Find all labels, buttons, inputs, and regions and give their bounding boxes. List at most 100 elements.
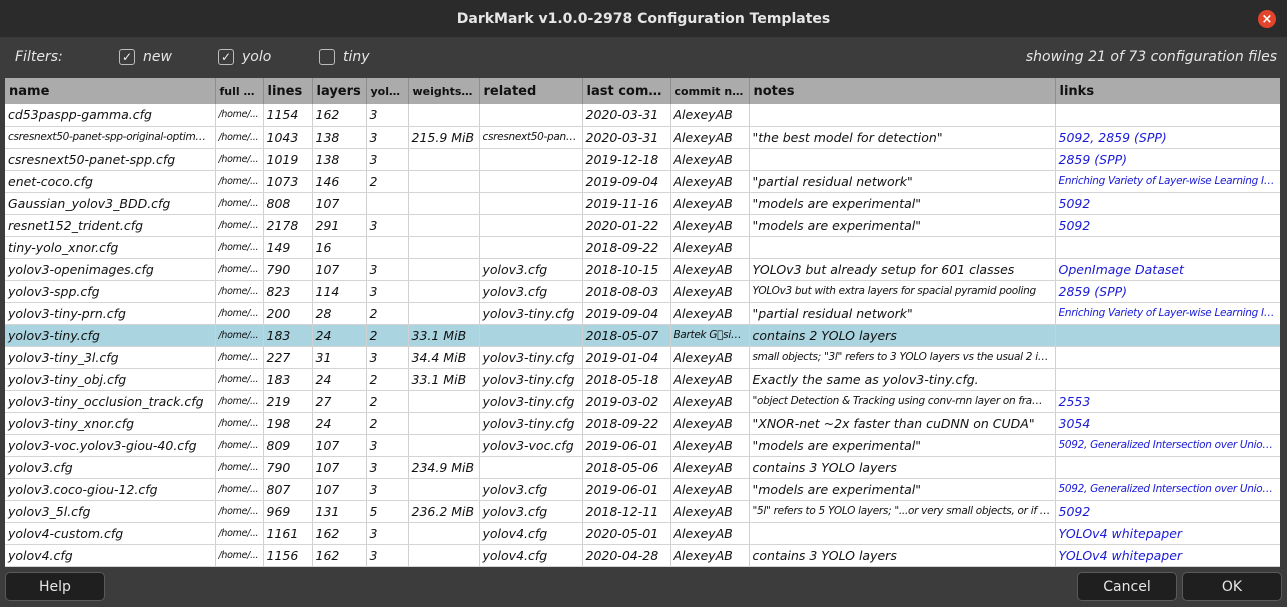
cancel-button[interactable]: Cancel xyxy=(1077,572,1177,601)
cell-links[interactable]: 5092, Generalized Intersection over Unio… xyxy=(1055,478,1280,501)
cell-weights-size xyxy=(408,258,480,281)
col-header-last-commit[interactable]: last commit xyxy=(582,78,671,104)
checkbox-yolo[interactable]: ✓ xyxy=(218,49,234,65)
cell-last-commit: 2018-05-06 xyxy=(582,456,671,479)
filter-yolo-label: yolo xyxy=(242,49,272,65)
col-header-weights-size[interactable]: weights size xyxy=(408,78,480,104)
cell-links[interactable]: 5092 xyxy=(1055,500,1280,523)
cell-notes: contains 3 YOLO layers xyxy=(749,456,1056,479)
col-header-layers[interactable]: layers xyxy=(312,78,367,104)
cell-full-path: /home/... xyxy=(215,126,264,149)
cell-links[interactable]: 5092, Generalized Intersection over Unio… xyxy=(1055,434,1280,457)
table-row[interactable]: resnet152_trident.cfg/home/... 2178 291 3 20… xyxy=(5,214,1280,237)
col-header-related[interactable]: related xyxy=(479,78,583,104)
col-header-name[interactable]: name xyxy=(5,78,216,104)
cell-full-path: /home/... xyxy=(215,522,264,545)
cell-layers: 138 xyxy=(312,148,367,171)
title-bar: DarkMark v1.0.0-2978 Configuration Templ… xyxy=(0,0,1287,37)
cell-yolo: 3 xyxy=(366,104,409,127)
cell-links[interactable]: OpenImage Dataset xyxy=(1055,258,1280,281)
table-row[interactable]: yolov3-tiny_3l.cfg/home/... 227 31 3 34.4 Mi… xyxy=(5,346,1280,369)
filter-tiny[interactable]: tiny xyxy=(319,49,370,65)
cell-commit-name: AlexeyAB xyxy=(670,346,750,369)
cell-commit-name: AlexeyAB xyxy=(670,280,750,303)
cell-links[interactable]: 2859 (SPP) xyxy=(1055,148,1280,171)
cell-lines: 1043 xyxy=(263,126,313,149)
cell-yolo: 3 xyxy=(366,126,409,149)
table-row[interactable]: cd53paspp-gamma.cfg/home/... 1154 162 3 2020… xyxy=(5,104,1280,127)
table-row[interactable]: yolov3-openimages.cfg/home/... 790 107 3 yol… xyxy=(5,258,1280,281)
checkbox-tiny[interactable] xyxy=(319,49,335,65)
table-row[interactable]: enet-coco.cfg/home/... 1073 146 2 2019-09-04… xyxy=(5,170,1280,193)
table-row[interactable]: csresnext50-panet-spp-original-optimal.c… xyxy=(5,126,1280,149)
col-header-full-path[interactable]: full p... xyxy=(215,78,264,104)
table-row[interactable]: csresnext50-panet-spp.cfg/home/... 1019 13… xyxy=(5,148,1280,171)
cell-related: yolov3-voc.cfg xyxy=(479,434,583,457)
cell-full-path: /home/... xyxy=(215,258,264,281)
cell-full-path: /home/... xyxy=(215,192,264,215)
cell-full-path: /home/... xyxy=(215,412,264,435)
filter-yolo[interactable]: ✓ yolo xyxy=(218,49,271,65)
table-row[interactable]: yolov3.coco-giou-12.cfg/home/... 807 107 3 y… xyxy=(5,478,1280,501)
cell-commit-name: AlexeyAB xyxy=(670,192,750,215)
ok-button[interactable]: OK xyxy=(1182,572,1282,601)
cell-notes xyxy=(749,522,1056,545)
table-row[interactable]: yolov3-tiny_obj.cfg/home/... 183 24 2 33.1 M… xyxy=(5,368,1280,391)
col-header-notes[interactable]: notes xyxy=(749,78,1056,104)
table-row[interactable]: yolov4-custom.cfg/home/... 1161 162 3 yolov4… xyxy=(5,522,1280,545)
cell-lines: 807 xyxy=(263,478,313,501)
cell-name: yolov3-tiny-prn.cfg xyxy=(5,302,216,325)
filters-bar: Filters: ✓ new ✓ yolo tiny showing 21 of… xyxy=(0,37,1287,77)
cell-name: csresnext50-panet-spp.cfg xyxy=(5,148,216,171)
close-icon[interactable]: × xyxy=(1258,10,1276,28)
col-header-yolo[interactable]: yolo... xyxy=(366,78,409,104)
cell-commit-name: AlexeyAB xyxy=(670,236,750,259)
cell-links xyxy=(1055,324,1280,347)
col-header-lines[interactable]: lines xyxy=(263,78,313,104)
cell-name: Gaussian_yolov3_BDD.cfg xyxy=(5,192,216,215)
cell-yolo: 2 xyxy=(366,412,409,435)
table-header-row: name full p... lines layers yolo... weig… xyxy=(5,78,1280,104)
cell-full-path: /home/... xyxy=(215,236,264,259)
cell-last-commit: 2020-03-31 xyxy=(582,126,671,149)
cell-links[interactable]: 2859 (SPP) xyxy=(1055,280,1280,303)
table-row[interactable]: Gaussian_yolov3_BDD.cfg/home/... 808 107 20… xyxy=(5,192,1280,215)
table-row[interactable]: yolov3-spp.cfg/home/... 823 114 3 yolov3.cfg… xyxy=(5,280,1280,303)
cell-weights-size xyxy=(408,192,480,215)
help-button[interactable]: Help xyxy=(5,572,105,601)
cell-lines: 1154 xyxy=(263,104,313,127)
cell-links[interactable]: 5092 xyxy=(1055,214,1280,237)
table-row[interactable]: yolov3-tiny-prn.cfg/home/... 200 28 2 yolov3… xyxy=(5,302,1280,325)
cell-links[interactable]: 3054 xyxy=(1055,412,1280,435)
table-row[interactable]: yolov3-tiny.cfg/home/... 183 24 2 33.1 MiB 20… xyxy=(5,324,1280,347)
cell-weights-size xyxy=(408,104,480,127)
cell-related: yolov3.cfg xyxy=(479,500,583,523)
cell-weights-size: 33.1 MiB xyxy=(408,324,480,347)
cell-links[interactable]: Enriching Variety of Layer-wise Learning… xyxy=(1055,170,1280,193)
table-row[interactable]: tiny-yolo_xnor.cfg/home/... 149 16 2018-09-… xyxy=(5,236,1280,259)
cell-related xyxy=(479,236,583,259)
table-row[interactable]: yolov3-tiny_xnor.cfg/home/... 198 24 2 yolov… xyxy=(5,412,1280,435)
table-row[interactable]: yolov3.cfg/home/... 790 107 3 234.9 MiB 2018-… xyxy=(5,456,1280,479)
cell-yolo: 3 xyxy=(366,148,409,171)
config-table[interactable]: name full p... lines layers yolo... weig… xyxy=(5,78,1280,567)
checkbox-new[interactable]: ✓ xyxy=(119,49,135,65)
table-row[interactable]: yolov3-tiny_occlusion_track.cfg/home/...… xyxy=(5,390,1280,413)
cell-links[interactable]: 2553 xyxy=(1055,390,1280,413)
table-row[interactable]: yolov4.cfg/home/... 1156 162 3 yolov4.cfg 202… xyxy=(5,544,1280,567)
cell-links[interactable]: Enriching Variety of Layer-wise Learning… xyxy=(1055,302,1280,325)
col-header-links[interactable]: links xyxy=(1055,78,1280,104)
cell-last-commit: 2020-01-22 xyxy=(582,214,671,237)
cell-layers: 107 xyxy=(312,192,367,215)
cell-links[interactable]: 5092, 2859 (SPP) xyxy=(1055,126,1280,149)
cell-links[interactable]: YOLOv4 whitepaper xyxy=(1055,522,1280,545)
cell-related: yolov3-tiny.cfg xyxy=(479,368,583,391)
cell-links[interactable]: 5092 xyxy=(1055,192,1280,215)
col-header-commit-name[interactable]: commit name xyxy=(670,78,750,104)
filter-new[interactable]: ✓ new xyxy=(119,49,172,65)
cell-related: yolov3-tiny.cfg xyxy=(479,302,583,325)
cell-lines: 809 xyxy=(263,434,313,457)
cell-links[interactable]: YOLOv4 whitepaper xyxy=(1055,544,1280,567)
table-row[interactable]: yolov3-voc.yolov3-giou-40.cfg/home/... 80… xyxy=(5,434,1280,457)
table-row[interactable]: yolov3_5l.cfg/home/... 969 131 5 236.2 MiB yo… xyxy=(5,500,1280,523)
